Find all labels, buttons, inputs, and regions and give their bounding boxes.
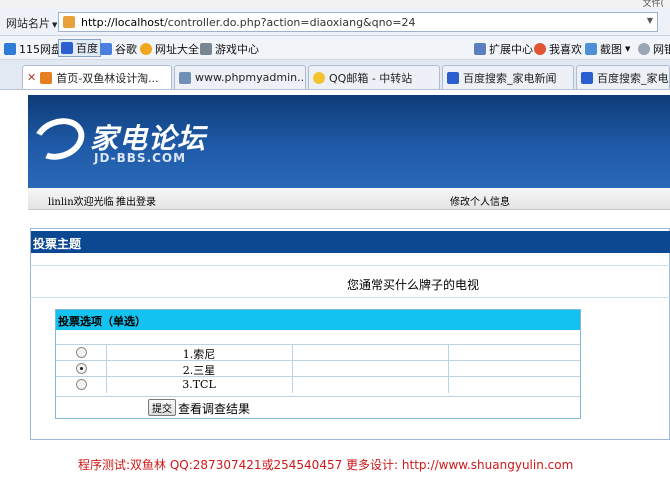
poll-panel: 投票主题 您通常买什么牌子的电视 投票选项（单选） 1.索尼 2.三星 3.TC… (30, 228, 670, 440)
fav-label: 谷歌 (115, 43, 137, 56)
url-path: /controller.do.php?action=diaoxiang&qno=… (164, 16, 416, 29)
baidu-paw-icon (447, 71, 459, 84)
fav-label: 截图 (600, 43, 622, 56)
url-host: http://localhost (81, 16, 165, 29)
cell-divider (448, 345, 449, 361)
url-input[interactable]: http://localhost/controller.do.php?actio… (58, 12, 658, 32)
tab-label: 首页-双鱼林设计淘... (56, 71, 159, 85)
poll-question: 您通常买什么牌子的电视 (347, 278, 480, 292)
fav-like[interactable]: 我喜欢 (534, 41, 582, 57)
table-row: 3.TCL (56, 376, 580, 393)
chevron-down-icon: ▼ (625, 45, 631, 53)
view-results-link[interactable]: 查看调查结果 (178, 400, 250, 417)
fav-label: 网址大全 (155, 43, 199, 56)
edit-profile-link[interactable]: 修改个人信息 (450, 193, 510, 208)
divider (31, 265, 670, 266)
phpmyadmin-icon (179, 71, 191, 84)
tab-strip: ✕ 首页-双鱼林设计淘... www.phpmyadmin.... QQ邮箱 -… (0, 60, 670, 90)
fav-extensions[interactable]: 扩展中心 (474, 41, 533, 57)
window-top-strip: 文件( (0, 0, 670, 9)
site-favicon-icon (40, 71, 53, 84)
table-row: 2.三星 (56, 360, 580, 377)
tab-label: 百度搜索_家电新闻 (463, 71, 557, 85)
cell-divider (292, 377, 293, 393)
bank-icon (638, 43, 650, 55)
option-label: 3.TCL (182, 378, 216, 391)
fav-label: 百度 (76, 42, 98, 55)
cell-divider (448, 377, 449, 393)
baidu-paw-icon (61, 42, 73, 54)
option-radio-1[interactable] (76, 347, 87, 358)
footer-credit: 程序测试:双鱼林 QQ:287307421或254540457 更多设计: ht… (78, 458, 574, 472)
url-dropdown-icon[interactable]: ▼ (647, 16, 653, 25)
close-icon[interactable]: ✕ (27, 71, 36, 84)
options-header: 投票选项（单选） (56, 310, 580, 330)
cloud-drive-icon (4, 43, 16, 55)
fav-baidu[interactable]: 百度 (58, 39, 101, 57)
option-radio-3[interactable] (76, 379, 87, 390)
forum-logo-icon (28, 111, 91, 167)
google-icon (100, 43, 112, 55)
tab-baidu-search-2[interactable]: 百度搜索_家电新闻 (576, 65, 670, 89)
poll-options-table: 投票选项（单选） 1.索尼 2.三星 3.TCL 提交 查看调查结果 (55, 309, 581, 419)
cell-divider (292, 345, 293, 361)
fav-label: 网银 (653, 43, 670, 56)
fav-screenshot[interactable]: 截图 ▼ (585, 41, 630, 57)
tab-baidu-search-1[interactable]: 百度搜索_家电新闻 (442, 65, 574, 89)
url-text: http://localhost/controller.do.php?actio… (81, 16, 416, 29)
tab-label: QQ邮箱 - 中转站 (329, 71, 413, 85)
tab-label: www.phpmyadmin.... (195, 71, 306, 84)
site-card-label: 网站名片 (6, 17, 50, 30)
site-banner: 家电论坛 JD-BBS.COM (28, 95, 670, 188)
cell-divider (448, 361, 449, 377)
fav-google[interactable]: 谷歌 (100, 41, 137, 57)
scissors-icon (585, 43, 597, 55)
fav-label: 我喜欢 (549, 43, 582, 56)
site-nav-icon (140, 43, 152, 55)
fav-site-navigation[interactable]: 网址大全 (140, 41, 199, 57)
page-viewport: 家电论坛 JD-BBS.COM linlin欢迎光临 推出登录 修改个人信息 投… (0, 90, 670, 497)
address-bar: 网站名片 ▼ http://localhost/controller.do.php… (0, 8, 670, 36)
chevron-down-icon: ▼ (52, 21, 58, 29)
favorites-bar: 115网盘 百度 谷歌 网址大全 游戏中心 扩展中心 我喜欢 截图 ▼ 网银 (0, 36, 670, 60)
submit-row: 提交 查看调查结果 (56, 396, 580, 418)
puzzle-icon (474, 43, 486, 55)
tab-home[interactable]: ✕ 首页-双鱼林设计淘... (22, 65, 172, 89)
page-favicon-icon (63, 16, 75, 28)
poll-header: 投票主题 (31, 231, 670, 253)
tab-label: 百度搜索_家电新闻 (597, 71, 669, 85)
cell-divider (292, 361, 293, 377)
fav-game-center[interactable]: 游戏中心 (200, 41, 259, 57)
logo-domain: JD-BBS.COM (94, 151, 187, 165)
fav-115-pan[interactable]: 115网盘 (4, 41, 62, 57)
user-bar: linlin欢迎光临 推出登录 修改个人信息 (28, 188, 670, 210)
qq-icon (313, 71, 325, 84)
divider (31, 297, 670, 298)
baidu-paw-icon (581, 71, 593, 84)
table-row: 1.索尼 (56, 344, 580, 361)
heart-icon (534, 43, 546, 55)
tab-qq-mail[interactable]: QQ邮箱 - 中转站 (308, 65, 440, 89)
fav-label: 115网盘 (19, 43, 62, 56)
tab-phpmyadmin[interactable]: www.phpmyadmin.... (174, 65, 306, 89)
gamepad-icon (200, 43, 212, 55)
site-card-button[interactable]: 网站名片 ▼ (6, 15, 57, 31)
logout-link[interactable]: 推出登录 (116, 193, 156, 208)
welcome-text: linlin欢迎光临 (48, 197, 114, 208)
submit-button[interactable]: 提交 (148, 399, 176, 416)
option-radio-2[interactable] (76, 363, 87, 374)
fav-online-bank[interactable]: 网银 (638, 41, 670, 57)
fav-label: 游戏中心 (215, 43, 259, 56)
fav-label: 扩展中心 (489, 43, 533, 56)
